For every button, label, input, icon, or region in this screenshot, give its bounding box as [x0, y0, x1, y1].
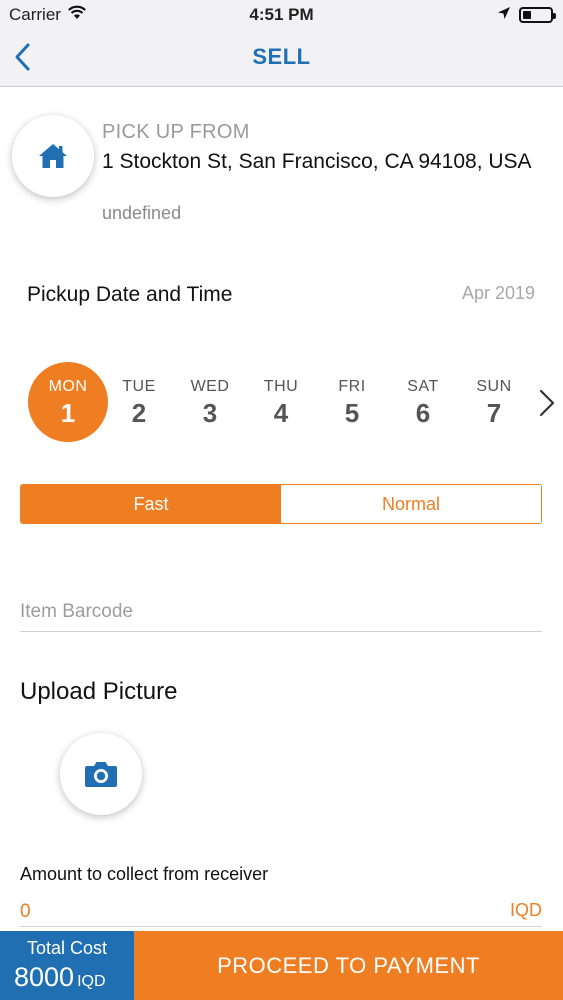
- status-right-icons: [497, 5, 556, 25]
- day-number: 7: [486, 398, 502, 428]
- normal-option[interactable]: Normal: [281, 485, 541, 523]
- total-cost-currency: IQD: [77, 973, 106, 990]
- top-bar: Carrier 4:51 PM SELL: [0, 0, 563, 87]
- amount-label: Amount to collect from receiver: [20, 864, 269, 884]
- day-number: 6: [415, 398, 431, 428]
- day-name: MON: [48, 378, 88, 395]
- chevron-right-icon: [539, 389, 555, 417]
- day-thu[interactable]: THU 4: [241, 362, 321, 442]
- location-arrow-icon: [497, 5, 511, 25]
- camera-icon: [85, 762, 117, 787]
- day-number: 1: [60, 398, 76, 428]
- day-number: 5: [344, 398, 360, 428]
- upload-picture-title: Upload Picture: [20, 678, 178, 705]
- day-number: 4: [273, 398, 289, 428]
- day-name: TUE: [122, 378, 156, 395]
- day-tue[interactable]: TUE 2: [99, 362, 179, 442]
- day-sun[interactable]: SUN 7: [454, 362, 534, 442]
- home-icon: [39, 144, 67, 168]
- total-cost-label: Total Cost: [26, 938, 108, 958]
- day-fri[interactable]: FRI 5: [312, 362, 392, 442]
- day-picker: MON 1 TUE 2 WED 3 THU 4 FRI 5 SAT 6 SUN …: [28, 362, 538, 444]
- fast-option[interactable]: Fast: [21, 485, 281, 523]
- amount-currency: IQD: [509, 900, 542, 920]
- page-title: SELL: [252, 44, 311, 69]
- day-name: THU: [263, 378, 299, 395]
- speed-toggle: Fast Normal: [20, 484, 542, 524]
- pickup-subtext: undefined: [102, 203, 182, 223]
- next-week-button[interactable]: [534, 388, 558, 418]
- upload-picture-button[interactable]: [60, 733, 142, 815]
- proceed-to-payment-button[interactable]: PROCEED TO PAYMENT: [134, 931, 563, 1000]
- pickup-address: 1 Stockton St, San Francisco, CA 94108, …: [102, 150, 532, 173]
- day-mon[interactable]: MON 1: [28, 362, 108, 442]
- total-cost-box: Total Cost 8000 IQD: [0, 931, 134, 1000]
- day-number: 2: [131, 398, 147, 428]
- item-barcode-input[interactable]: [20, 592, 542, 632]
- battery-icon: [519, 7, 556, 23]
- day-name: SAT: [407, 378, 439, 395]
- total-cost-value-group: 8000 IQD: [14, 962, 106, 993]
- status-bar: Carrier 4:51 PM: [0, 0, 563, 30]
- total-cost-value: 8000: [14, 962, 75, 992]
- day-name: SUN: [476, 378, 512, 395]
- pickup-label: PICK UP FROM: [102, 121, 250, 143]
- day-number: 3: [202, 398, 218, 428]
- pickup-date-title: Pickup Date and Time: [27, 283, 233, 306]
- pickup-home-button[interactable]: [12, 115, 94, 197]
- day-name: WED: [190, 378, 230, 395]
- amount-input[interactable]: [20, 897, 500, 927]
- battery-fill: [523, 11, 531, 19]
- day-wed[interactable]: WED 3: [170, 362, 250, 442]
- amount-divider: [20, 926, 542, 927]
- day-name: FRI: [338, 378, 366, 395]
- nav-bar: SELL: [0, 30, 563, 86]
- pickup-month: Apr 2019: [461, 283, 535, 303]
- day-sat[interactable]: SAT 6: [383, 362, 463, 442]
- status-time: 4:51 PM: [249, 5, 314, 24]
